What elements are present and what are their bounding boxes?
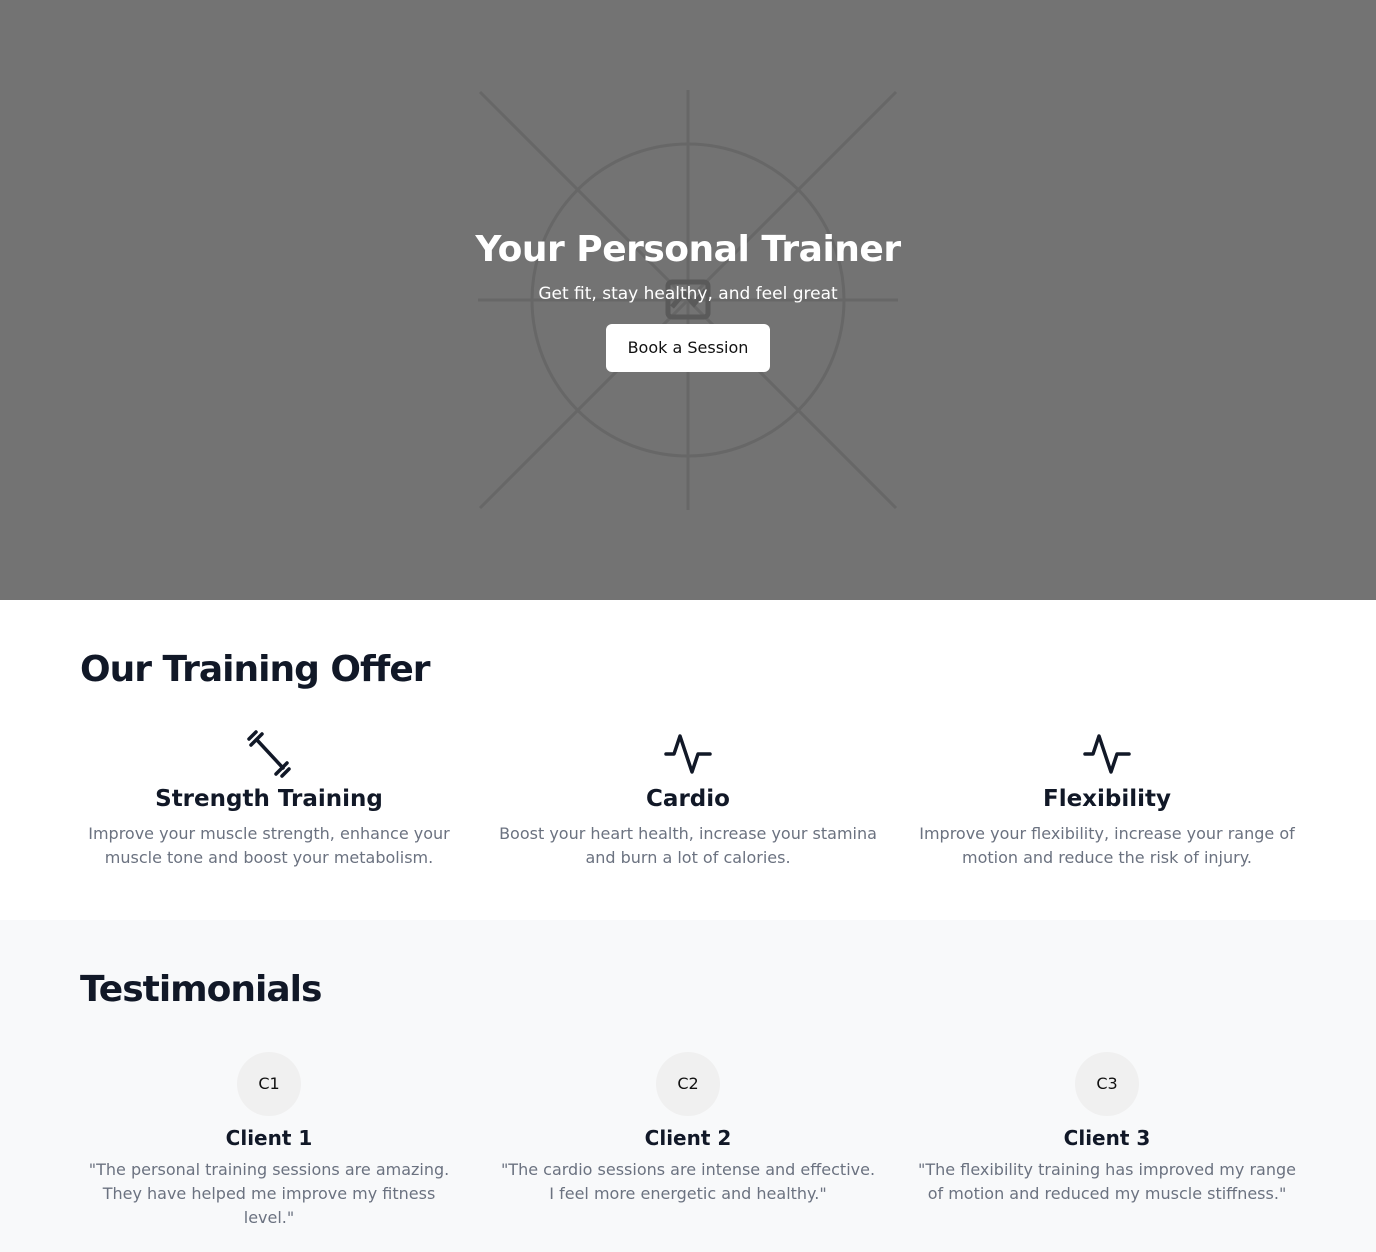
avatar: C2 xyxy=(656,1052,720,1116)
client-quote: "The flexibility training has improved m… xyxy=(918,1160,1296,1203)
client-quote: "The personal training sessions are amaz… xyxy=(88,1160,450,1227)
offers-title: Our Training Offer xyxy=(80,649,431,690)
activity-icon xyxy=(1083,734,1131,774)
book-session-button[interactable]: Book a Session xyxy=(606,324,770,372)
offer-card-text: Boost your heart health, increase your s… xyxy=(499,824,877,867)
offer-card-title: Cardio xyxy=(646,786,730,812)
hero-content: Your Personal Trainer Get fit, stay heal… xyxy=(0,226,1376,372)
offer-card-strength: Strength Training Improve your muscle st… xyxy=(80,730,458,870)
offer-card-title: Flexibility xyxy=(1042,786,1172,812)
offer-card-flexibility: Flexibility Improve your flexibility, in… xyxy=(918,730,1296,870)
offer-card-text: Improve your flexibility, increase your … xyxy=(919,824,1295,867)
client-name: Client 1 xyxy=(225,1126,313,1150)
testimonial-cards: C1 Client 1 "The personal training sessi… xyxy=(80,1052,1296,1230)
hero-title: Your Personal Trainer xyxy=(475,229,901,270)
client-name: Client 3 xyxy=(1063,1126,1151,1150)
offer-card-cardio: Cardio Boost your heart health, increase… xyxy=(499,730,877,870)
testimonials-section: Testimonials C1 Client 1 "The personal t… xyxy=(0,920,1376,1252)
offer-card-title: Strength Training xyxy=(155,786,383,812)
training-offer-section: Our Training Offer Strength Training Imp… xyxy=(0,600,1376,920)
activity-icon xyxy=(664,734,712,774)
hero-section: Your Personal Trainer Get fit, stay heal… xyxy=(0,0,1376,600)
testimonials-title: Testimonials xyxy=(80,969,322,1010)
testimonial-card: C2 Client 2 "The cardio sessions are int… xyxy=(499,1052,877,1230)
testimonial-card: C1 Client 1 "The personal training sessi… xyxy=(80,1052,458,1230)
dumbbell-icon xyxy=(247,730,291,778)
avatar: C3 xyxy=(1075,1052,1139,1116)
hero-subtitle: Get fit, stay healthy, and feel great xyxy=(538,284,838,304)
client-quote: "The cardio sessions are intense and eff… xyxy=(500,1160,876,1203)
offer-cards: Strength Training Improve your muscle st… xyxy=(80,730,1296,870)
testimonial-card: C3 Client 3 "The flexibility training ha… xyxy=(918,1052,1296,1230)
client-name: Client 2 xyxy=(644,1126,732,1150)
offer-card-text: Improve your muscle strength, enhance yo… xyxy=(88,824,450,867)
avatar: C1 xyxy=(237,1052,301,1116)
